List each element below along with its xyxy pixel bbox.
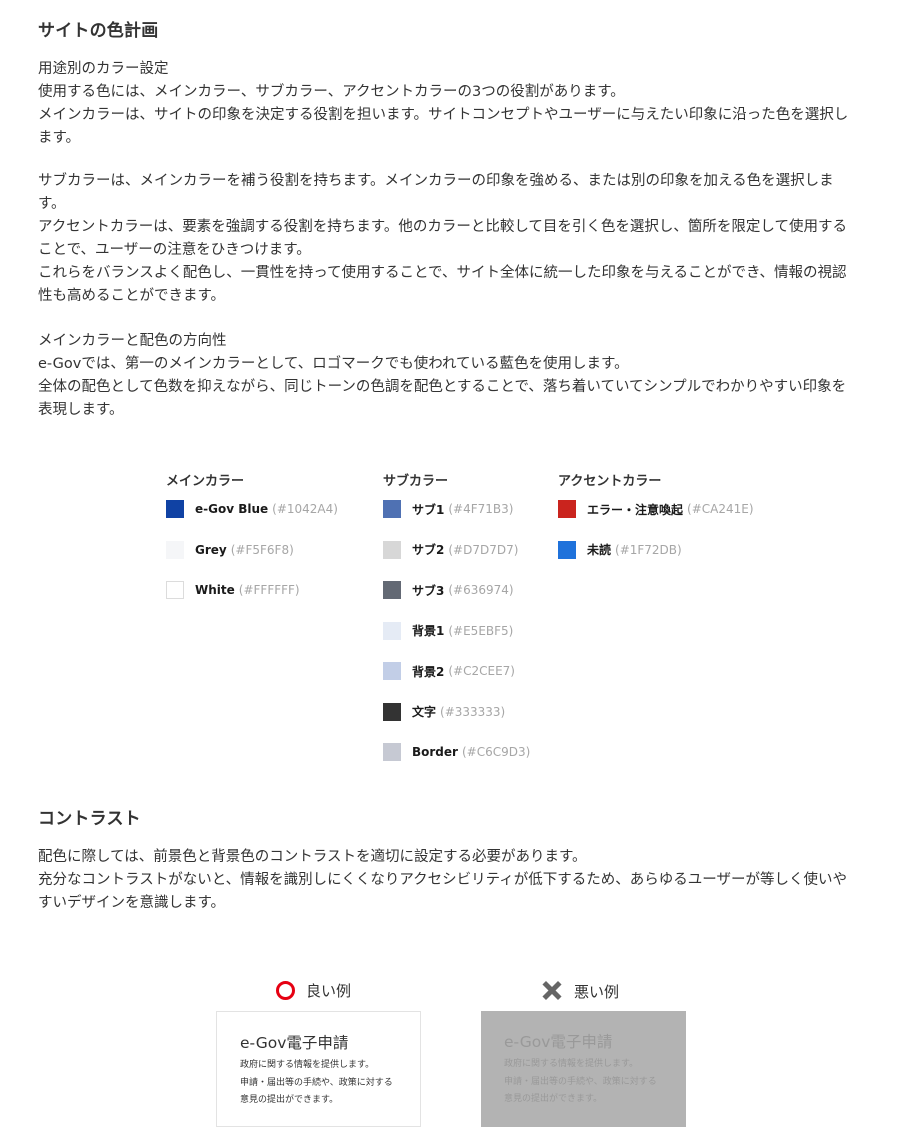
color-swatch	[558, 540, 576, 559]
card-line: 意見の提出ができます。	[504, 1094, 603, 1104]
swatch-name: Grey	[195, 542, 227, 557]
swatch-name: サブ1	[412, 502, 445, 517]
card-title: e-Gov電子申請	[504, 1033, 613, 1051]
swatch-row: サブ2 (#D7D7D7)	[383, 540, 518, 560]
palette-sub: サブカラー サブ1 (#4F71B3) サブ2 (#D7D7D7) サブ3 (#63697…	[383, 470, 530, 761]
swatch-row: Border (#C6C9D3)	[383, 742, 530, 762]
swatch-name: Border	[412, 745, 458, 759]
color-swatch	[558, 500, 576, 518]
palette-accent-heading: アクセントカラー	[558, 474, 662, 489]
color-swatch	[383, 743, 401, 761]
card-line: 意見の提出ができます。	[240, 1095, 339, 1105]
palette-sub-heading: サブカラー	[383, 474, 449, 489]
card-line: 申請・届出等の手続や、政策に対する	[504, 1076, 657, 1087]
color-swatch	[383, 540, 401, 559]
swatch-hex: (#F5F6F8)	[230, 542, 294, 557]
card-line: 政府に関する情報を提供します。	[504, 1059, 639, 1069]
swatch-name: エラー・注意喚起	[587, 502, 684, 517]
paragraph-line: 全体の配色として色数を抑えながら、同じトーンの色調を配色とすることで、落ち着いて…	[38, 379, 847, 418]
card-title: e-Gov電子申請	[240, 1034, 349, 1052]
paragraph-line: アクセントカラーは、要素を強調する役割を持ちます。他のカラーと比較して目を引く色…	[38, 219, 847, 258]
color-swatch	[383, 500, 401, 518]
swatch-row: 背景2 (#C2CEE7)	[383, 661, 515, 681]
color-swatch	[383, 702, 401, 721]
bad-example-label: 悪い例	[541, 980, 619, 1002]
swatch-row: Grey (#F5F6F8)	[166, 540, 294, 560]
card-line: 政府に関する情報を提供します。	[240, 1060, 375, 1070]
swatch-hex: (#636974)	[448, 583, 514, 597]
swatch-row: White (#FFFFFF)	[166, 580, 300, 600]
color-intro-block: 用途別のカラー設定 使用する色には、メインカラー、サブカラー、アクセントカラーの…	[38, 58, 858, 150]
swatch-hex: (#C2CEE7)	[448, 664, 515, 678]
good-example-card: e-Gov電子申請 政府に関する情報を提供します。 申請・届出等の手続や、政策に…	[216, 1011, 421, 1127]
color-swatch	[166, 500, 184, 518]
color-roles-block: サブカラーは、メインカラーを補う役割を持ちます。メインカラーの印象を強める、また…	[38, 170, 858, 308]
good-example-text: 良い例	[306, 982, 352, 1000]
paragraph-line: サブカラーは、メインカラーを補う役割を持ちます。メインカラーの印象を強める、また…	[38, 173, 834, 212]
card-line: 申請・届出等の手続や、政策に対する	[240, 1077, 393, 1088]
color-swatch	[383, 581, 401, 599]
swatch-row: エラー・注意喚起 (#CA241E)	[558, 499, 754, 519]
palette-main: メインカラー e-Gov Blue (#1042A4) Grey (#F5F6F8) W…	[166, 470, 338, 599]
swatch-row: 未読 (#1F72DB)	[558, 540, 682, 560]
good-example-label: 良い例	[276, 980, 351, 1001]
color-swatch	[383, 621, 401, 640]
swatch-hex: (#FFFFFF)	[238, 583, 300, 597]
bad-example-text: 悪い例	[574, 982, 620, 1001]
swatch-hex: (#333333)	[440, 704, 506, 719]
swatch-hex: (#D7D7D7)	[448, 542, 519, 557]
paragraph-line: 充分なコントラストがないと、情報を識別しにくくなりアクセシビリティが低下するため…	[38, 872, 847, 911]
swatch-row: サブ1 (#4F71B3)	[383, 499, 513, 519]
swatch-name: White	[195, 583, 235, 597]
cross-icon	[541, 980, 563, 1002]
color-swatch	[383, 662, 401, 680]
paragraph-line: 用途別のカラー設定	[38, 61, 169, 77]
paragraph-line: メインカラーと配色の方向性	[38, 333, 227, 349]
swatch-row: サブ3 (#636974)	[383, 580, 514, 600]
swatch-name: 背景1	[412, 624, 445, 638]
palette-main-heading: メインカラー	[166, 474, 245, 489]
paragraph-line: これらをバランスよく配色し、一貫性を持って使用することで、サイト全体に統一した印…	[38, 265, 847, 304]
swatch-name: 背景2	[412, 664, 445, 679]
swatch-hex: (#1042A4)	[272, 502, 338, 516]
color-swatch	[166, 581, 184, 599]
swatch-name: 文字	[412, 705, 437, 719]
color-plan-heading: サイトの色計画	[38, 21, 159, 41]
color-direction-block: メインカラーと配色の方向性 e-Govでは、第一のメインカラーとして、ロゴマーク…	[38, 330, 858, 422]
paragraph-line: メインカラーは、サイトの印象を決定する役割を担います。サイトコンセプトやユーザー…	[38, 107, 849, 146]
swatch-hex: (#E5EBF5)	[448, 623, 514, 638]
swatch-hex: (#1F72DB)	[615, 542, 682, 557]
swatch-name: サブ2	[412, 543, 445, 557]
circle-icon	[276, 981, 295, 1000]
swatch-hex: (#CA241E)	[687, 502, 754, 516]
paragraph-line: 使用する色には、メインカラー、サブカラー、アクセントカラーの3つの役割があります…	[38, 84, 625, 100]
swatch-row: 文字 (#333333)	[383, 702, 505, 722]
swatch-hex: (#4F71B3)	[448, 502, 514, 516]
bad-example-card: e-Gov電子申請 政府に関する情報を提供します。 申請・届出等の手続や、政策に…	[481, 1011, 686, 1127]
swatch-name: 未読	[587, 543, 612, 557]
contrast-block: 配色に際しては、前景色と背景色のコントラストを適切に設定する必要があります。 充…	[38, 846, 858, 915]
paragraph-line: e-Govでは、第一のメインカラーとして、ロゴマークでも使われている藍色を使用し…	[38, 356, 629, 372]
swatch-hex: (#C6C9D3)	[461, 745, 531, 759]
swatch-row: 背景1 (#E5EBF5)	[383, 621, 513, 641]
color-swatch	[166, 540, 184, 559]
paragraph-line: 配色に際しては、前景色と背景色のコントラストを適切に設定する必要があります。	[38, 849, 587, 865]
palette-accent: アクセントカラー エラー・注意喚起 (#CA241E) 未読 (#1F72DB)	[558, 470, 754, 559]
swatch-name: e-Gov Blue	[195, 502, 269, 516]
swatch-name: サブ3	[412, 583, 445, 598]
swatch-row: e-Gov Blue (#1042A4)	[166, 499, 338, 519]
contrast-heading: コントラスト	[38, 809, 141, 829]
